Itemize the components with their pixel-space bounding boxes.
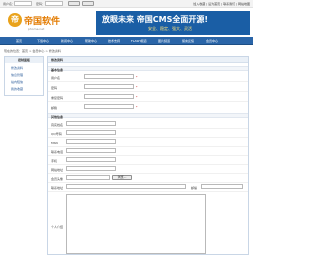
logo-subtitle: phome.net <box>28 27 45 31</box>
browse-button[interactable]: 浏览... <box>112 175 132 180</box>
row-divider <box>48 81 248 82</box>
avatar-file-field[interactable] <box>66 175 110 180</box>
field-label-phone: 联系电话 <box>51 150 64 154</box>
field-label-real-name: 真实姓名 <box>51 123 64 127</box>
row-divider <box>48 173 248 174</box>
password-input[interactable] <box>45 1 63 6</box>
field-label-msn: MSN <box>51 141 58 145</box>
row-divider <box>48 182 248 183</box>
field-label-intro: 个人介绍 <box>51 225 64 229</box>
field-label-zip: 邮编 <box>191 186 198 190</box>
nav-item-member[interactable]: 会员中心 <box>206 39 218 43</box>
intro-textarea[interactable] <box>66 194 206 254</box>
top-links[interactable]: 加入收藏 | 设为首页 | 联系我们 | 网站地图 <box>193 2 250 6</box>
section-other-title: 其他信息 <box>51 115 64 119</box>
username-input[interactable] <box>14 1 32 6</box>
form-header: 修改资料 <box>48 57 248 63</box>
nav-item-home[interactable]: 首页 <box>16 39 22 43</box>
field-label-mobile: 手机 <box>51 159 58 163</box>
real-name-field[interactable] <box>66 121 116 126</box>
row-divider <box>48 101 248 102</box>
field-label-confirm-password: 重复密码 <box>51 96 64 100</box>
register-button[interactable] <box>82 1 94 6</box>
nav-item-flash[interactable]: FLASH频道 <box>131 39 147 43</box>
field-label-email: 邮箱 <box>51 106 58 110</box>
sidebar-title: 控制面板 <box>5 57 43 63</box>
nav-item-news[interactable]: 新闻中心 <box>61 39 73 43</box>
password-field[interactable] <box>84 84 134 89</box>
required-mark: * <box>136 95 138 99</box>
email-field[interactable] <box>84 104 134 109</box>
main-nav: 首页 下载中心 新闻中心 帮助中心 技术支持 FLASH频道 图片频道 留言反馈… <box>0 37 253 45</box>
required-mark: * <box>136 85 138 89</box>
sidebar-item-info-manage[interactable]: 信息管理 <box>11 73 23 77</box>
address-field[interactable] <box>66 184 186 189</box>
sidebar-item-messages[interactable]: 站内短信 <box>11 80 23 84</box>
sidebar-item-favorites[interactable]: 我的收藏 <box>11 87 23 91</box>
site-header: 帝 帝国软件 phome.net 放眼未来 帝国CMS全面开源! 安全、稳定、强… <box>0 9 253 36</box>
mobile-field[interactable] <box>66 157 116 162</box>
msn-field[interactable] <box>66 139 116 144</box>
row-divider <box>48 128 248 129</box>
field-label-username: 用户名 <box>51 76 61 80</box>
sidebar-item-edit-profile[interactable]: 修改资料 <box>11 66 23 70</box>
banner-subtitle: 安全、稳定、强大、灵活 <box>148 26 192 31</box>
field-label-address: 联系地址 <box>51 186 64 190</box>
section-other: 其他信息 <box>48 113 248 119</box>
nav-item-support[interactable]: 技术支持 <box>108 39 120 43</box>
password-label: 密码： <box>36 2 46 6</box>
row-divider <box>48 164 248 165</box>
form-title: 修改资料 <box>51 58 64 62</box>
login-button[interactable] <box>68 1 80 6</box>
logo-mark-icon: 帝 <box>8 13 22 27</box>
field-label-website: 网站地址 <box>51 168 64 172</box>
section-basic-title: 基本信息 <box>51 68 64 72</box>
nav-item-downloads[interactable]: 下载中心 <box>37 39 49 43</box>
logo-text: 帝国软件 <box>24 17 61 27</box>
row-divider <box>48 146 248 147</box>
qq-field[interactable] <box>66 130 116 135</box>
field-label-qq: QQ号码 <box>51 132 62 136</box>
nav-item-help[interactable]: 帮助中心 <box>85 39 97 43</box>
field-label-avatar: 会员头像 <box>51 177 64 181</box>
row-divider <box>48 191 248 192</box>
top-login-bar: 用户名： 密码： 加入收藏 | 设为首页 | 联系我们 | 网站地图 <box>0 0 253 8</box>
row-divider <box>48 91 248 92</box>
username-field[interactable] <box>84 74 134 79</box>
required-mark: * <box>136 105 138 109</box>
row-divider <box>48 155 248 156</box>
profile-form: 修改资料 基本信息 用户名 * 密码 * 重复密码 * 邮箱 * 其他信息 真实… <box>47 56 249 255</box>
nav-item-pictures[interactable]: 图片频道 <box>158 39 170 43</box>
row-divider <box>48 137 248 138</box>
field-label-password: 密码 <box>51 86 58 90</box>
member-sidebar: 控制面板 修改资料 信息管理 站内短信 我的收藏 <box>4 56 44 96</box>
required-mark: * <box>136 75 138 79</box>
confirm-password-field[interactable] <box>84 94 134 99</box>
site-logo[interactable]: 帝 帝国软件 phome.net <box>8 12 74 34</box>
promo-banner[interactable]: 放眼未来 帝国CMS全面开源! 安全、稳定、强大、灵活 <box>96 11 250 35</box>
website-field[interactable] <box>66 166 116 171</box>
nav-item-guestbook[interactable]: 留言反馈 <box>182 39 194 43</box>
banner-title: 放眼未来 帝国CMS全面开源! <box>102 15 209 24</box>
section-basic: 基本信息 <box>48 66 248 72</box>
zip-field[interactable] <box>201 184 243 189</box>
phone-field[interactable] <box>66 148 116 153</box>
breadcrumb: 现在的位置：首页 > 会员中心 > 修改资料 <box>4 49 61 53</box>
